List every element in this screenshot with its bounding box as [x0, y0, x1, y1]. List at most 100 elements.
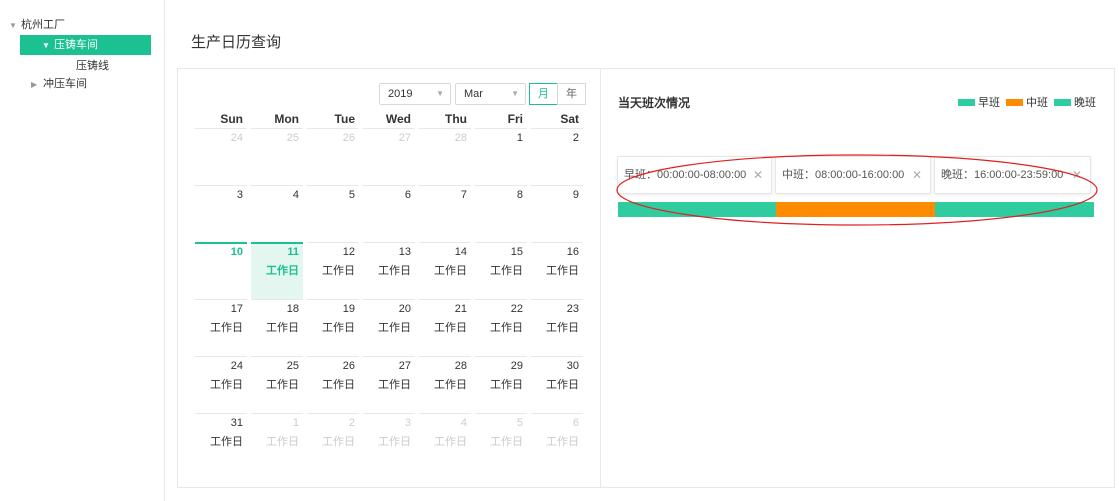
calendar-cell[interactable]: 7: [417, 185, 473, 242]
calendar-cell[interactable]: 13 工作日: [361, 242, 417, 299]
weekday-label: Mon: [274, 112, 299, 126]
calendar-cell[interactable]: 26 工作日: [305, 356, 361, 413]
cell-date: 1: [292, 417, 299, 429]
calendar-cell[interactable]: 11 工作日: [251, 242, 303, 299]
cell-divider: [251, 356, 303, 357]
cell-date: 26: [342, 132, 355, 144]
weekday-label: Sat: [560, 112, 579, 126]
cell-workday-label: 工作日: [434, 379, 467, 391]
shift-pane: 当天班次情况 早班 中班 晚班 早班：00:00:00-08:00:00 ✕ 中班：…: [601, 69, 1114, 487]
calendar-cell[interactable]: 8: [473, 185, 529, 242]
cell-divider: [419, 413, 471, 414]
cell-date: 19: [342, 303, 355, 315]
caret-down-icon[interactable]: ▼: [42, 36, 54, 56]
calendar-cell[interactable]: 12 工作日: [305, 242, 361, 299]
mode-year-button[interactable]: 年: [557, 83, 586, 105]
calendar-cell[interactable]: 4: [249, 185, 305, 242]
calendar-cell[interactable]: 30 工作日: [529, 356, 585, 413]
cell-workday-label: 工作日: [490, 265, 523, 277]
cell-workday-label: 工作日: [434, 265, 467, 277]
calendar-cell[interactable]: 16 工作日: [529, 242, 585, 299]
cell-date: 7: [460, 189, 467, 201]
page-title: 生产日历查询: [191, 34, 282, 51]
calendar-cell[interactable]: 27 工作日: [361, 356, 417, 413]
calendar-cell[interactable]: 28: [417, 128, 473, 185]
cell-date: 2: [572, 132, 579, 144]
calendar-cell[interactable]: 18 工作日: [249, 299, 305, 356]
calendar-cell[interactable]: 2 工作日: [305, 413, 361, 470]
cell-date: 3: [404, 417, 411, 429]
calendar-cell[interactable]: 26: [305, 128, 361, 185]
cell-divider: [531, 299, 583, 300]
cell-date: 1: [516, 132, 523, 144]
cell-divider: [419, 185, 471, 186]
calendar-cell[interactable]: 25: [249, 128, 305, 185]
cell-divider: [251, 185, 303, 186]
calendar-cell[interactable]: 9: [529, 185, 585, 242]
caret-down-icon[interactable]: ▼: [9, 18, 21, 34]
cell-date: 6: [404, 189, 411, 201]
calendar-cell[interactable]: 1 工作日: [249, 413, 305, 470]
tree-node-workshop-active[interactable]: ▼ 压铸车间: [20, 35, 151, 55]
cell-divider: [363, 299, 415, 300]
calendar-cell[interactable]: 22 工作日: [473, 299, 529, 356]
cell-divider: [307, 185, 359, 186]
cell-divider: [531, 242, 583, 243]
cell-workday-label: 工作日: [546, 322, 579, 334]
calendar-cell[interactable]: 6 工作日: [529, 413, 585, 470]
cell-workday-label: 工作日: [546, 379, 579, 391]
calendar-cell[interactable]: 6: [361, 185, 417, 242]
cell-workday-label: 工作日: [434, 322, 467, 334]
cell-divider: [419, 128, 471, 129]
month-select[interactable]: Mar ▼: [455, 83, 526, 105]
calendar-cell[interactable]: 24: [193, 128, 249, 185]
tree-node-line[interactable]: 压铸线: [76, 58, 109, 74]
cell-workday-label: 工作日: [378, 322, 411, 334]
cell-workday-label: 工作日: [546, 265, 579, 277]
mode-month-button[interactable]: 月: [529, 83, 558, 105]
cell-divider: [363, 356, 415, 357]
calendar-cell[interactable]: 21 工作日: [417, 299, 473, 356]
cell-divider: [251, 128, 303, 129]
cell-divider: [363, 413, 415, 414]
tree-label-workshop-other: 冲压车间: [43, 78, 87, 90]
calendar-cell[interactable]: 31 工作日: [193, 413, 249, 470]
calendar-cell[interactable]: 24 工作日: [193, 356, 249, 413]
cell-divider: [251, 242, 303, 244]
cell-divider: [195, 185, 247, 186]
cell-workday-label: 工作日: [434, 436, 467, 448]
calendar-cell[interactable]: 29 工作日: [473, 356, 529, 413]
calendar-cell[interactable]: 19 工作日: [305, 299, 361, 356]
tree-node-factory[interactable]: ▼ 杭州工厂: [9, 17, 65, 34]
calendar-cell[interactable]: 28 工作日: [417, 356, 473, 413]
calendar-cell[interactable]: 23 工作日: [529, 299, 585, 356]
calendar-cell[interactable]: 15 工作日: [473, 242, 529, 299]
calendar-cell[interactable]: 3 工作日: [361, 413, 417, 470]
cell-date: 2: [348, 417, 355, 429]
calendar-cell[interactable]: 3: [193, 185, 249, 242]
cell-divider: [363, 185, 415, 186]
calendar-cell[interactable]: 5 工作日: [473, 413, 529, 470]
cell-divider: [419, 356, 471, 357]
calendar-cell[interactable]: 14 工作日: [417, 242, 473, 299]
cell-workday-label: 工作日: [378, 379, 411, 391]
calendar-cell[interactable]: 27: [361, 128, 417, 185]
cell-date: 29: [510, 360, 523, 372]
calendar-cell[interactable]: 1: [473, 128, 529, 185]
calendar-cell[interactable]: 10: [193, 242, 249, 299]
calendar-cell[interactable]: 4 工作日: [417, 413, 473, 470]
calendar-cell[interactable]: 20 工作日: [361, 299, 417, 356]
cell-date: 23: [566, 303, 579, 315]
tree-node-workshop-other[interactable]: ▶ 冲压车间: [31, 76, 87, 93]
cell-workday-label: 工作日: [546, 436, 579, 448]
year-select[interactable]: 2019 ▼: [379, 83, 451, 105]
caret-right-icon[interactable]: ▶: [31, 77, 43, 93]
calendar-cell[interactable]: 5: [305, 185, 361, 242]
cell-divider: [531, 128, 583, 129]
calendar-cell[interactable]: 2: [529, 128, 585, 185]
calendar-cell[interactable]: 25 工作日: [249, 356, 305, 413]
cell-divider: [307, 413, 359, 414]
calendar-cell[interactable]: 17 工作日: [193, 299, 249, 356]
cell-divider: [475, 185, 527, 186]
cell-date: 20: [398, 303, 411, 315]
